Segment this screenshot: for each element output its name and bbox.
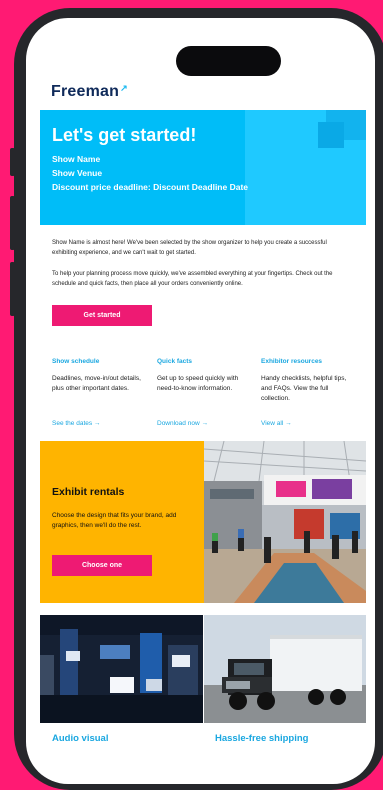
column-body: Deadlines, move-in/out details, plus oth…: [52, 375, 141, 392]
intro-paragraph-1: Show Name is almost here! We've been sel…: [52, 240, 327, 256]
column-exhibitor-resources: Exhibitor resources Handy checklists, he…: [261, 358, 353, 427]
phone-side-button: [10, 148, 15, 176]
shipping-truck-image: [204, 615, 366, 723]
hero-show-venue: Show Venue: [52, 168, 103, 178]
get-started-button[interactable]: Get started: [52, 305, 152, 326]
logo-mark-icon: ↗: [120, 83, 128, 93]
column-show-schedule: Show schedule Deadlines, move-in/out det…: [52, 358, 146, 427]
column-quick-facts: Quick facts Get up to speed quickly with…: [157, 358, 245, 427]
hero-banner: Let's get started! Show Name Show Venue …: [40, 110, 366, 225]
hassle-free-shipping-link[interactable]: Hassle-free shipping: [215, 733, 308, 744]
column-body: Handy checklists, helpful tips, and FAQs…: [261, 375, 347, 402]
hero-show-name: Show Name: [52, 154, 101, 164]
phone-volume-up: [10, 196, 15, 250]
download-now-link[interactable]: Download now →: [157, 420, 245, 427]
audio-visual-link[interactable]: Audio visual: [52, 733, 108, 744]
intro-paragraph-2: To help your planning process move quick…: [52, 271, 333, 287]
column-body: Get up to speed quickly with need-to-kno…: [157, 375, 239, 392]
choose-one-button[interactable]: Choose one: [52, 555, 152, 576]
rentals-body: Choose the design that fits your brand, …: [52, 512, 177, 529]
trade-show-floor-image: [204, 441, 366, 603]
column-heading: Quick facts: [157, 358, 193, 365]
brand-name: Freeman: [51, 83, 120, 100]
rentals-title: Exhibit rentals: [52, 486, 125, 498]
phone-volume-down: [10, 262, 15, 316]
hero-deadline: Discount price deadline: Discount Deadli…: [52, 182, 249, 192]
audio-visual-image: [40, 615, 203, 723]
freeman-logo[interactable]: Freeman↗: [51, 83, 128, 101]
camera-notch: [176, 46, 281, 76]
see-dates-link[interactable]: See the dates →: [52, 420, 146, 427]
view-all-link[interactable]: View all →: [261, 420, 353, 427]
exhibit-rentals-panel: Exhibit rentals Choose the design that f…: [40, 441, 204, 603]
column-heading: Exhibitor resources: [261, 358, 323, 365]
hero-title: Let's get started!: [52, 125, 197, 145]
email-screen: Freeman↗ Let's get started! Show Name Sh…: [26, 18, 375, 784]
hero-decor-square: [318, 122, 344, 148]
column-heading: Show schedule: [52, 358, 100, 365]
